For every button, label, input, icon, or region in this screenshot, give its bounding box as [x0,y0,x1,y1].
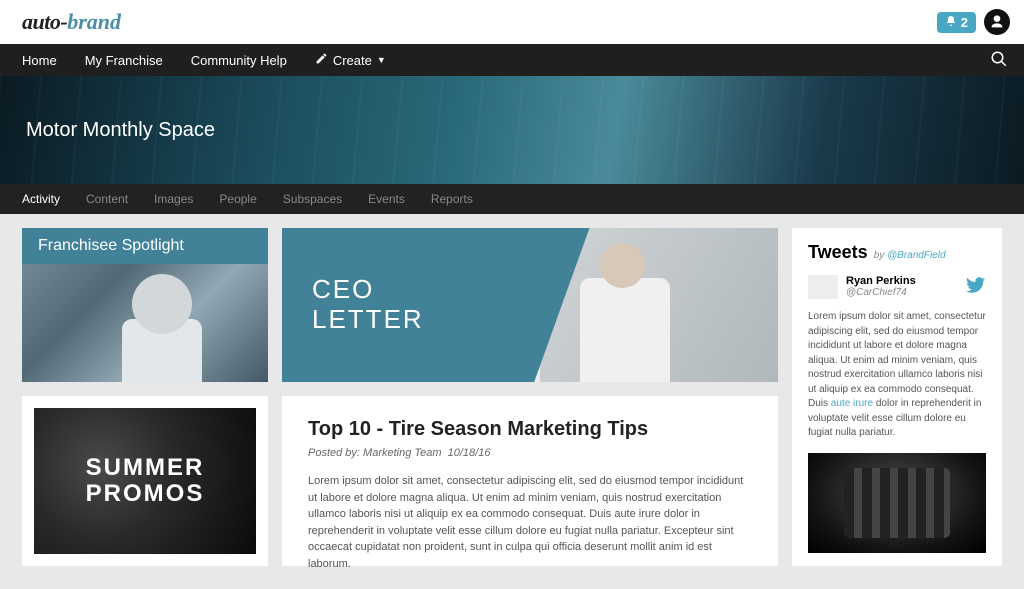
tweet-image[interactable] [808,453,986,553]
tweets-byline: by @BrandField [874,250,946,261]
brand-part1: auto- [22,9,67,34]
nav-home[interactable]: Home [22,52,57,68]
ceo-line2: LETTER [312,305,590,335]
article-meta: Posted by: Marketing Team 10/18/16 [308,447,752,459]
top-right-controls: 2 [937,9,1010,35]
tweet-user-info: Ryan Perkins @CarChief74 [846,275,916,298]
promos-line2: PROMOS [86,481,205,507]
notifications-button[interactable]: 2 [937,12,976,33]
top-bar: auto-brand 2 [0,0,1024,44]
search-icon [990,50,1008,68]
main-nav: Home My Franchise Community Help Create … [0,44,1024,76]
search-button[interactable] [990,50,1008,71]
tweets-header: Tweets by @BrandField [808,242,986,263]
tweet-user-handle[interactable]: @CarChief74 [846,287,916,298]
tweet-user-row: Ryan Perkins @CarChief74 [808,275,986,300]
subnav-events[interactable]: Events [368,192,405,206]
article-author: Marketing Team [363,447,441,459]
article-title: Top 10 - Tire Season Marketing Tips [308,418,752,441]
tweets-card: Tweets by @BrandField Ryan Perkins @CarC… [792,228,1002,566]
column-middle: CEO LETTER Top 10 - Tire Season Marketin… [282,228,778,566]
nav-create[interactable]: Create ▼ [315,52,386,68]
tweets-by-handle[interactable]: @BrandField [887,250,946,261]
subnav-content[interactable]: Content [86,192,128,206]
brand-part2: brand [67,9,121,34]
ceo-line1: CEO [312,275,590,305]
pencil-icon [315,52,328,68]
article-date: 10/18/16 [448,447,491,459]
space-title: Motor Monthly Space [26,119,215,142]
person-icon [989,14,1005,30]
brand-logo[interactable]: auto-brand [22,9,121,35]
summer-promos-card[interactable]: SUMMER PROMOS [22,396,268,566]
notifications-count: 2 [961,15,968,30]
subnav-people[interactable]: People [219,192,256,206]
promos-line1: SUMMER [86,455,205,481]
nav-my-franchise[interactable]: My Franchise [85,52,163,68]
subnav-reports[interactable]: Reports [431,192,473,206]
bell-icon [945,15,957,30]
sub-nav: Activity Content Images People Subspaces Even… [0,184,1024,214]
tweet-body-link[interactable]: aute irure [831,398,873,409]
hero-banner: Motor Monthly Space [0,76,1024,184]
chevron-down-icon: ▼ [377,55,386,65]
column-left: Franchisee Spotlight SUMMER PROMOS [22,228,268,566]
main-nav-left: Home My Franchise Community Help Create … [22,52,386,68]
article-posted-by-label: Posted by: [308,447,360,459]
subnav-images[interactable]: Images [154,192,193,206]
subnav-activity[interactable]: Activity [22,192,60,206]
subnav-subspaces[interactable]: Subspaces [283,192,342,206]
tweet-body-pre: Lorem ipsum dolor sit amet, consectetur … [808,311,986,409]
tweet-avatar[interactable] [808,275,838,299]
spotlight-title: Franchisee Spotlight [22,228,268,264]
user-avatar[interactable] [984,9,1010,35]
spotlight-image [22,264,268,382]
ceo-letter-card[interactable]: CEO LETTER [282,228,778,382]
tweet-user-name[interactable]: Ryan Perkins [846,275,916,287]
nav-create-label: Create [333,53,372,68]
twitter-icon [966,275,986,300]
nav-community-help[interactable]: Community Help [191,52,287,68]
franchisee-spotlight-card[interactable]: Franchisee Spotlight [22,228,268,382]
tweets-title: Tweets [808,242,868,263]
tweet-body: Lorem ipsum dolor sit amet, consectetur … [808,310,986,441]
column-right: Tweets by @BrandField Ryan Perkins @CarC… [792,228,1002,566]
tweets-by-label: by [874,250,885,261]
article-card[interactable]: Top 10 - Tire Season Marketing Tips Post… [282,396,778,566]
article-body: Lorem ipsum dolor sit amet, consectetur … [308,473,752,572]
content-area: Franchisee Spotlight SUMMER PROMOS CEO L… [0,214,1024,580]
promos-image: SUMMER PROMOS [34,408,256,554]
